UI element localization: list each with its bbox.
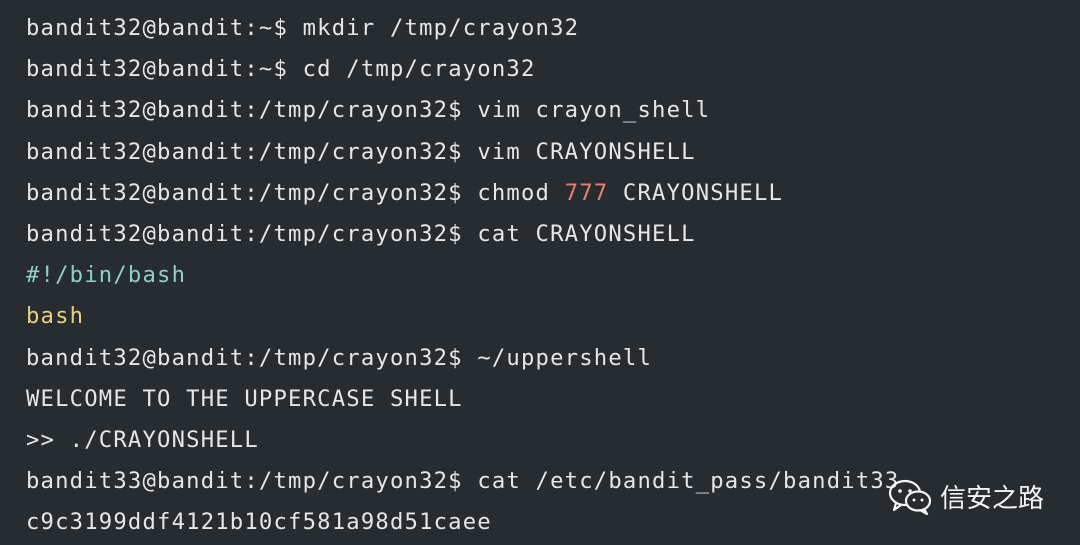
- terminal-window[interactable]: bandit32@bandit:~$ mkdir /tmp/crayon32 b…: [0, 0, 1080, 545]
- terminal-line: bandit32@bandit:/tmp/crayon32$ cat CRAYO…: [26, 214, 1080, 255]
- shell-command: CRAYONSHELL: [608, 179, 784, 206]
- terminal-line: bandit32@bandit:/tmp/crayon32$ vim crayo…: [26, 90, 1080, 131]
- terminal-line: bandit32@bandit:/tmp/crayon32$ chmod 777…: [26, 173, 1080, 214]
- shell-prompt: bandit32@bandit:/tmp/crayon32$: [26, 179, 478, 206]
- shell-command: cd /tmp/crayon32: [302, 56, 536, 83]
- terminal-output: WELCOME TO THE UPPERCASE SHELL: [26, 385, 463, 412]
- terminal-line: bandit32@bandit:/tmp/crayon32$ vim CRAYO…: [26, 132, 1080, 173]
- terminal-line: bandit32@bandit:~$ cd /tmp/crayon32: [26, 49, 1080, 90]
- file-output-shebang: #!/bin/bash: [26, 262, 187, 289]
- shell-prompt: bandit32@bandit:/tmp/crayon32$: [26, 220, 478, 247]
- watermark: 信安之路: [888, 478, 1044, 515]
- shell-command: chmod: [477, 179, 565, 206]
- shell-prompt: bandit32@bandit:~$: [26, 15, 303, 41]
- shell-command: mkdir /tmp/crayon32: [302, 15, 580, 41]
- permission-number: 777: [564, 179, 609, 206]
- shell-prompt: bandit32@bandit:/tmp/crayon32$: [26, 138, 478, 165]
- terminal-line: bandit32@bandit:~$ mkdir /tmp/crayon32: [26, 8, 1080, 49]
- shell-command: vim CRAYONSHELL: [477, 138, 696, 165]
- shell-prompt: bandit32@bandit:/tmp/crayon32$: [26, 97, 478, 124]
- terminal-output: >> ./CRAYONSHELL: [26, 426, 259, 453]
- shell-command: cat /etc/bandit_pass/bandit33: [477, 468, 900, 495]
- shell-prompt: bandit32@bandit:~$: [26, 56, 303, 83]
- watermark-text: 信安之路: [939, 484, 1044, 514]
- shell-prompt: bandit32@bandit:/tmp/crayon32$: [26, 344, 478, 371]
- file-output-line: bash: [26, 303, 85, 330]
- shell-command: cat CRAYONSHELL: [477, 220, 696, 247]
- shell-command: vim crayon_shell: [477, 97, 711, 124]
- shell-command: ~/uppershell: [477, 344, 653, 371]
- terminal-line: bandit32@bandit:/tmp/crayon32$ ~/uppersh…: [26, 338, 1080, 379]
- wechat-icon: [888, 479, 932, 515]
- shell-prompt: bandit33@bandit:/tmp/crayon32$: [26, 468, 478, 495]
